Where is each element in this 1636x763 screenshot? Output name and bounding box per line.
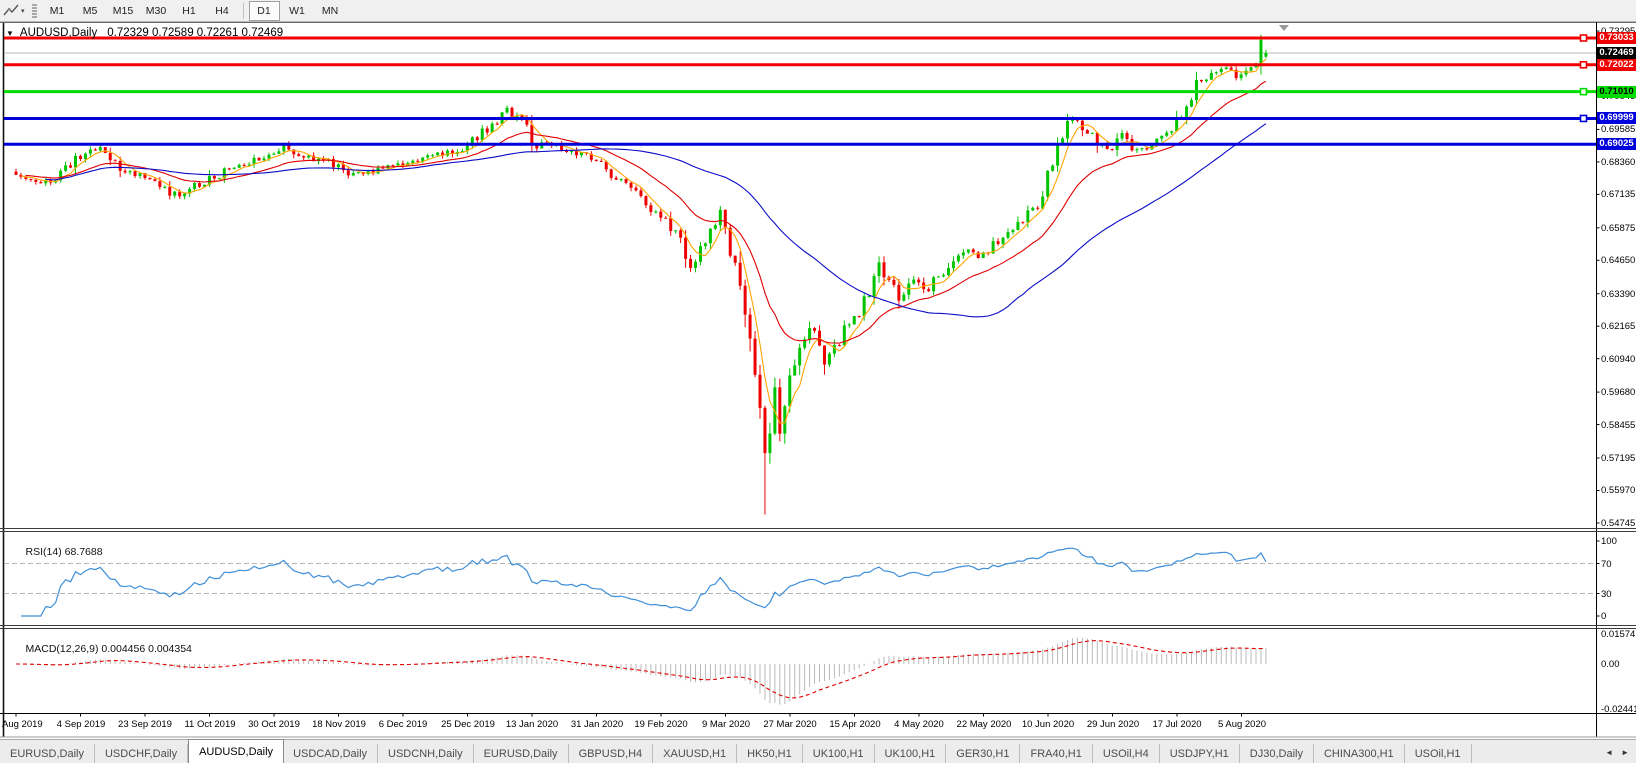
date-axis-label: 23 Sep 2019 xyxy=(118,719,172,730)
price-axis-tick: 0.55970 xyxy=(1601,485,1636,496)
date-axis-label: 6 Dec 2019 xyxy=(378,719,428,730)
price-axis-tick: 0.67135 xyxy=(1601,189,1636,200)
symbol-tab-usdcad-daily[interactable]: USDCAD,Daily xyxy=(283,744,379,763)
chart-canvas[interactable] xyxy=(0,22,1636,738)
chart-title: ▼ AUDUSD,Daily 0.72329 0.72589 0.72261 0… xyxy=(6,27,283,39)
date-axis-label: 19 Feb 2020 xyxy=(634,719,688,730)
price-axis-tick: 0.57195 xyxy=(1601,453,1636,464)
timeframe-button-mn[interactable]: MN xyxy=(315,1,346,21)
timeframe-button-h4[interactable]: H4 xyxy=(207,1,238,21)
timeframe-button-w1[interactable]: W1 xyxy=(282,1,313,21)
macd-axis-label: 0.015741 xyxy=(1601,629,1636,640)
date-axis-label: 30 Oct 2019 xyxy=(248,719,300,730)
symbol-tab-fra40-h1[interactable]: FRA40,H1 xyxy=(1020,744,1093,763)
date-axis-label: 27 Mar 2020 xyxy=(763,719,817,730)
rsi-axis-label: 30 xyxy=(1601,589,1612,600)
symbol-tab-uk100-h1[interactable]: UK100,H1 xyxy=(875,744,947,763)
date-axis-label: 22 May 2020 xyxy=(956,719,1012,730)
level-price-tag: 0.69999 xyxy=(1597,112,1636,124)
date-axis-label: 10 Jun 2020 xyxy=(1021,719,1075,730)
date-axis-label: 13 Jan 2020 xyxy=(505,719,559,730)
symbol-tab-uk100-h1[interactable]: UK100,H1 xyxy=(803,744,875,763)
date-axis-label: 29 Jun 2020 xyxy=(1086,719,1140,730)
price-axis-tick: 0.54745 xyxy=(1601,518,1636,529)
date-axis-label: 17 Jul 2020 xyxy=(1152,719,1202,730)
symbol-period-label: AUDUSD,Daily xyxy=(19,27,98,39)
timeframe-button-m1[interactable]: M1 xyxy=(42,1,73,21)
timeframe-button-m15[interactable]: M15 xyxy=(108,1,139,21)
rsi-label: RSI(14) 68.7688 xyxy=(25,546,103,558)
rsi-axis-label: 0 xyxy=(1601,611,1607,622)
tab-scroll-right-icon[interactable]: ► xyxy=(1617,746,1633,759)
symbol-tab-xauusd-h1[interactable]: XAUUSD,H1 xyxy=(653,744,738,763)
symbol-tab-audusd-daily[interactable]: AUDUSD,Daily xyxy=(188,739,285,763)
collapse-triangle-icon: ▼ xyxy=(6,28,14,38)
line-studies-icon[interactable]: ▾ xyxy=(0,2,28,20)
timeframe-button-m5[interactable]: M5 xyxy=(75,1,106,21)
line-studies-icon-glyph xyxy=(3,4,19,15)
macd-axis-label: 0.00 xyxy=(1601,659,1620,670)
symbol-tab-usdchf-daily[interactable]: USDCHF,Daily xyxy=(95,744,189,763)
timeframe-button-m30[interactable]: M30 xyxy=(141,1,172,21)
symbol-tab-usdcnh-daily[interactable]: USDCNH,Daily xyxy=(378,744,474,763)
level-price-tag: 0.73033 xyxy=(1597,32,1636,44)
price-axis-tick: 0.63390 xyxy=(1601,289,1636,300)
symbol-tab-bar: EURUSD,Daily USDCHF,Daily AUDUSD,Daily USDC… xyxy=(0,739,1636,763)
date-axis-label: 15 Apr 2020 xyxy=(829,719,881,730)
date-axis-label: 25 Dec 2019 xyxy=(441,719,495,730)
price-axis-tick: 0.68360 xyxy=(1601,157,1636,168)
level-price-tag: 0.72022 xyxy=(1597,59,1636,71)
price-axis-tick: 0.58455 xyxy=(1601,420,1636,431)
date-axis-label: 31 Jan 2020 xyxy=(570,719,624,730)
symbol-tab-usdjpy-h1[interactable]: USDJPY,H1 xyxy=(1160,744,1240,763)
toolbar-grip[interactable] xyxy=(31,2,37,19)
date-axis-label: 5 Aug 2020 xyxy=(1217,719,1267,730)
tab-scroll-left-icon[interactable]: ◄ xyxy=(1601,746,1617,759)
chevron-down-icon: ▾ xyxy=(21,7,25,15)
date-axis-label: 16 Aug 2019 xyxy=(0,719,43,730)
level-price-tag: 0.69025 xyxy=(1597,138,1636,150)
macd-label: MACD(12,26,9) 0.004456 0.004354 xyxy=(25,643,192,655)
current-price-tag: 0.72469 xyxy=(1597,47,1636,59)
date-axis-label: 11 Oct 2019 xyxy=(184,719,236,730)
toolbar-separator xyxy=(242,2,244,19)
symbol-tab-dj30-daily[interactable]: DJ30,Daily xyxy=(1240,744,1314,763)
timeframe-toolbar: ▾ M1 M5 M15 M30 H1 H4 D1 W1 MN xyxy=(0,0,1636,22)
timeframe-buttons: M1 M5 M15 M30 H1 H4 D1 W1 MN xyxy=(41,0,347,21)
date-axis-label: 4 Sep 2019 xyxy=(56,719,106,730)
chart-area: ▼ AUDUSD,Daily 0.72329 0.72589 0.72261 0… xyxy=(0,22,1636,738)
symbol-tab-gbpusd-h4[interactable]: GBPUSD,H4 xyxy=(569,744,654,763)
rsi-axis-label: 70 xyxy=(1601,559,1612,570)
date-axis-label: 18 Nov 2019 xyxy=(312,719,366,730)
price-axis-tick: 0.62165 xyxy=(1601,321,1636,332)
tab-scroll-arrows: ◄ ► xyxy=(1601,740,1636,763)
date-axis-label: 9 Mar 2020 xyxy=(701,719,751,730)
symbol-tab-usoil-h4[interactable]: USOil,H4 xyxy=(1093,744,1160,763)
price-axis-tick: 0.65875 xyxy=(1601,223,1636,234)
date-axis-label: 4 May 2020 xyxy=(894,719,944,730)
symbol-tab-ger30-h1[interactable]: GER30,H1 xyxy=(946,744,1021,763)
macd-axis-label: -0.024417 xyxy=(1601,704,1636,715)
ohlc-values: 0.72329 0.72589 0.72261 0.72469 xyxy=(107,27,284,39)
symbol-tab-eurusd-daily[interactable]: EURUSD,Daily xyxy=(474,744,569,763)
symbol-tab-usoil-h1[interactable]: USOil,H1 xyxy=(1405,744,1472,763)
price-axis-tick: 0.69585 xyxy=(1601,124,1636,135)
timeframe-button-d1[interactable]: D1 xyxy=(248,0,280,21)
mt4-chart-window: ▾ M1 M5 M15 M30 H1 H4 D1 W1 MN ▼ AUDUSD,Daily 0.… xyxy=(0,0,1636,763)
rsi-axis-label: 100 xyxy=(1601,536,1617,547)
level-price-tag: 0.71010 xyxy=(1597,86,1636,98)
symbol-tab-hk50-h1[interactable]: HK50,H1 xyxy=(737,744,803,763)
symbol-tab-china300-h1[interactable]: CHINA300,H1 xyxy=(1314,744,1405,763)
price-axis-tick: 0.64650 xyxy=(1601,255,1636,266)
price-axis-tick: 0.60940 xyxy=(1601,354,1636,365)
price-axis-tick: 0.59680 xyxy=(1601,387,1636,398)
timeframe-button-h1[interactable]: H1 xyxy=(174,1,205,21)
symbol-tab-eurusd-daily[interactable]: EURUSD,Daily xyxy=(0,744,95,763)
